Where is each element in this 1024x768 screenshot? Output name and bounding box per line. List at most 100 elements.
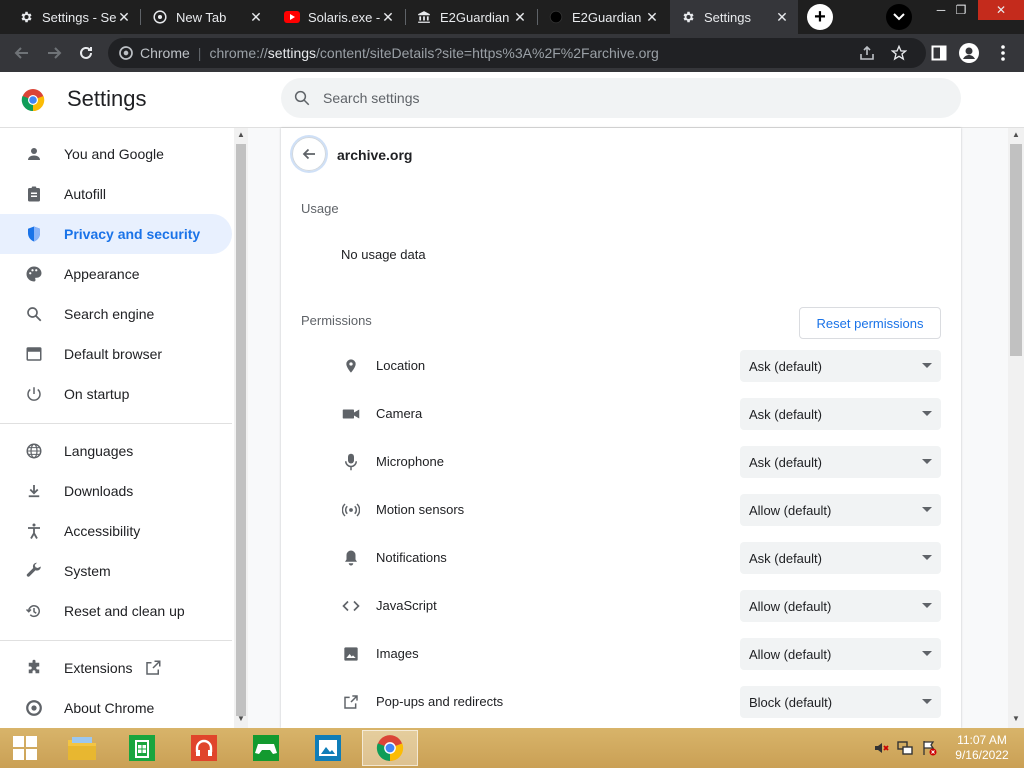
action-center-flag-icon[interactable] [921,740,937,756]
page-scrollbar[interactable]: ▲ ▼ [1008,128,1024,728]
sidebar-item-on-startup[interactable]: On startup [0,374,232,414]
reset-permissions-button[interactable]: Reset permissions [799,307,941,339]
url-text: chrome://settings/content/siteDetails?si… [209,45,659,61]
permission-select[interactable]: Block (default) [740,686,941,718]
forward-nav-button[interactable] [40,39,68,67]
sensors-icon [341,500,361,520]
start-button[interactable] [0,730,50,766]
tab-close-icon[interactable]: ✕ [248,9,264,25]
search-settings-box[interactable] [281,78,961,118]
tab-close-icon[interactable]: ✕ [644,9,660,25]
restore-button[interactable]: ❐ [946,0,976,20]
close-window-button[interactable]: ✕ [978,0,1024,20]
tab-close-icon[interactable]: ✕ [116,9,132,25]
sidebar-divider [0,423,232,424]
sidebar-item-search-engine[interactable]: Search engine [0,294,232,334]
page-scroll-thumb[interactable] [1010,144,1022,356]
folder-icon [68,737,96,760]
sidebar-item-reset-and-clean-up[interactable]: Reset and clean up [0,591,232,631]
settings-sidebar: You and Google Autofill Privacy and secu… [0,128,232,728]
tab-title: Settings - Se [42,9,116,25]
tab-settings-1[interactable]: Settings - Se ✕ [8,0,140,34]
permission-select[interactable]: Ask (default) [740,542,941,574]
bookmark-button[interactable] [888,42,910,64]
sidebar-item-extensions[interactable]: Extensions [0,648,232,688]
tab-new-tab[interactable]: New Tab ✕ [142,0,272,34]
taskbar-store[interactable] [114,730,170,766]
dropdown-caret-icon [922,603,932,608]
tab-close-icon[interactable]: ✕ [512,9,528,25]
permission-row-images: Images Allow (default) [281,630,961,678]
reload-button[interactable] [72,39,100,67]
network-icon[interactable] [897,740,913,756]
permission-select[interactable]: Allow (default) [740,590,941,622]
permission-select[interactable]: Ask (default) [740,446,941,478]
clipboard-icon [24,184,44,204]
youtube-icon [284,9,300,25]
taskbar-file-explorer[interactable] [54,730,110,766]
dropdown-caret-icon [922,459,932,464]
new-tab-button[interactable]: + [807,4,833,30]
back-nav-button[interactable] [8,39,36,67]
headphones-icon [191,735,217,761]
scroll-down-icon[interactable]: ▼ [1009,714,1023,723]
dropdown-caret-icon [922,699,932,704]
usage-text: No usage data [341,247,426,262]
permission-select[interactable]: Ask (default) [740,398,941,430]
chrome-icon [152,9,168,25]
gear-icon [680,9,696,25]
share-button[interactable] [856,42,878,64]
sidebar-item-appearance[interactable]: Appearance [0,254,232,294]
chrome-logo-icon [376,735,404,761]
side-panel-button[interactable] [928,42,950,64]
taskbar-photos[interactable] [300,730,356,766]
sidebar-item-languages[interactable]: Languages [0,431,232,471]
sidebar-item-label: Search engine [64,306,155,322]
tab-e2guardian-2[interactable]: E2Guardian ✕ [538,0,668,34]
permission-select[interactable]: Allow (default) [740,638,941,670]
sidebar-item-label: Default browser [64,346,163,362]
tab-close-icon[interactable]: ✕ [380,9,396,25]
sidebar-item-default-browser[interactable]: Default browser [0,334,232,374]
menu-button[interactable] [992,42,1014,64]
tab-e2guardian-1[interactable]: E2Guardian ✕ [406,0,536,34]
reload-icon [80,46,92,59]
search-input[interactable] [323,90,923,106]
sidebar-scrollbar[interactable]: ▲ ▼ [234,128,248,728]
share-icon [860,45,874,60]
scroll-down-icon[interactable]: ▼ [234,714,248,723]
sidebar-item-autofill[interactable]: Autofill [0,174,232,214]
gear-icon [18,9,34,25]
tab-settings-active[interactable]: Settings ✕ [670,0,798,34]
scroll-up-icon[interactable]: ▲ [234,130,248,139]
sidebar-scroll-thumb[interactable] [236,144,246,716]
address-bar[interactable]: Chrome | chrome://settings/content/siteD… [108,38,926,68]
back-button[interactable] [292,137,326,171]
sidebar-item-label: Appearance [64,266,140,282]
sidebar-item-label: Privacy and security [64,226,201,242]
sidebar-item-you-and-google[interactable]: You and Google [0,134,232,174]
permission-select[interactable]: Allow (default) [740,494,941,526]
sidebar-item-downloads[interactable]: Downloads [0,471,232,511]
scroll-up-icon[interactable]: ▲ [1009,130,1023,139]
sidebar-item-accessibility[interactable]: Accessibility [0,511,232,551]
taskbar-clock[interactable]: 11:07 AM 9/16/2022 [950,733,1014,763]
permission-row-javascript: JavaScript Allow (default) [281,582,961,630]
permission-select[interactable]: Ask (default) [740,350,941,382]
tab-close-icon[interactable]: ✕ [774,9,790,25]
taskbar-music[interactable] [176,730,232,766]
profile-button[interactable] [958,42,980,64]
sidebar-item-privacy-and-security[interactable]: Privacy and security [0,214,232,254]
sidebar-item-system[interactable]: System [0,551,232,591]
volume-muted-icon[interactable] [873,740,889,756]
puzzle-icon [24,658,44,678]
tab-search-button[interactable] [886,4,912,30]
taskbar-chrome[interactable] [362,730,418,766]
more-vert-icon [1001,45,1005,61]
open-in-new-icon [146,660,161,675]
sidebar-item-about-chrome[interactable]: About Chrome [0,688,232,728]
taskbar-games[interactable] [238,730,294,766]
chrome-icon [24,698,44,718]
tab-solaris[interactable]: Solaris.exe - ✕ [274,0,404,34]
tab-title: Settings [704,9,751,25]
